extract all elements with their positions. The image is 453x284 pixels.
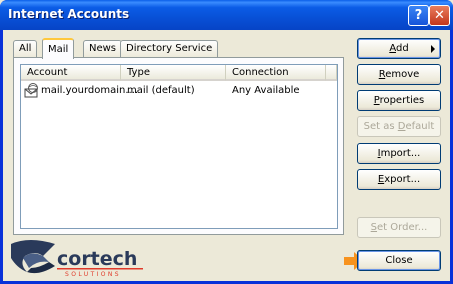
- import-button-label-rest: mport...: [380, 148, 421, 159]
- accounts-list[interactable]: Account Type Connection mail.yourdomain.…: [20, 64, 338, 229]
- account-type-cell: mail (default): [127, 85, 195, 96]
- add-button[interactable]: Add: [357, 38, 441, 59]
- title-bar[interactable]: Internet Accounts ? ✕: [0, 0, 453, 30]
- remove-button[interactable]: Remove: [357, 64, 441, 85]
- tab-mail[interactable]: Mail: [42, 38, 75, 59]
- column-header-type[interactable]: Type: [121, 65, 226, 81]
- dialog-client-area: All Mail News Directory Service Account …: [3, 30, 450, 281]
- column-header-filler: [326, 65, 337, 81]
- list-header: Account Type Connection: [21, 65, 337, 81]
- account-name-cell: mail.yourdomain....: [41, 85, 139, 96]
- tab-news[interactable]: News: [83, 40, 123, 58]
- set-order-button[interactable]: Set Order...: [357, 217, 441, 238]
- properties-button[interactable]: Properties: [357, 90, 441, 111]
- submenu-arrow-icon: [431, 45, 435, 53]
- remove-button-label-rest: emove: [385, 69, 420, 80]
- internet-accounts-window: Internet Accounts ? ✕ All Mail News Dire…: [0, 0, 453, 284]
- properties-button-label-rest: roperties: [379, 95, 425, 106]
- column-header-account[interactable]: Account: [21, 65, 121, 81]
- window-title: Internet Accounts: [8, 7, 130, 21]
- set-order-button-label-rest: et Order...: [377, 222, 428, 233]
- tab-directory-service[interactable]: Directory Service: [120, 40, 219, 58]
- logo-subtitle: SOLUTIONS: [65, 271, 121, 278]
- add-button-accel: A: [389, 43, 396, 54]
- mail-account-icon: [24, 83, 38, 98]
- set-default-button-label-rest: efault: [405, 121, 435, 132]
- mail-tab-panel: Account Type Connection mail.yourdomain.…: [13, 57, 344, 235]
- logo-wordmark: cortech: [57, 248, 137, 270]
- import-button[interactable]: Import...: [357, 143, 441, 164]
- list-item[interactable]: mail.yourdomain.... mail (default) Any A…: [21, 83, 337, 99]
- set-default-button-label: Set as: [363, 121, 398, 132]
- cortech-logo: cortech SOLUTIONS: [11, 240, 143, 278]
- help-button[interactable]: ?: [408, 5, 429, 26]
- export-button-label-rest: xport...: [384, 174, 421, 185]
- tab-all[interactable]: All: [13, 40, 38, 58]
- account-connection-cell: Any Available: [232, 85, 300, 96]
- close-window-button[interactable]: ✕: [429, 5, 450, 26]
- set-as-default-button[interactable]: Set as Default: [357, 116, 441, 137]
- export-button[interactable]: Export...: [357, 169, 441, 190]
- close-button[interactable]: Close: [357, 250, 441, 271]
- column-header-connection[interactable]: Connection: [226, 65, 326, 81]
- add-button-label-rest: dd: [395, 43, 409, 54]
